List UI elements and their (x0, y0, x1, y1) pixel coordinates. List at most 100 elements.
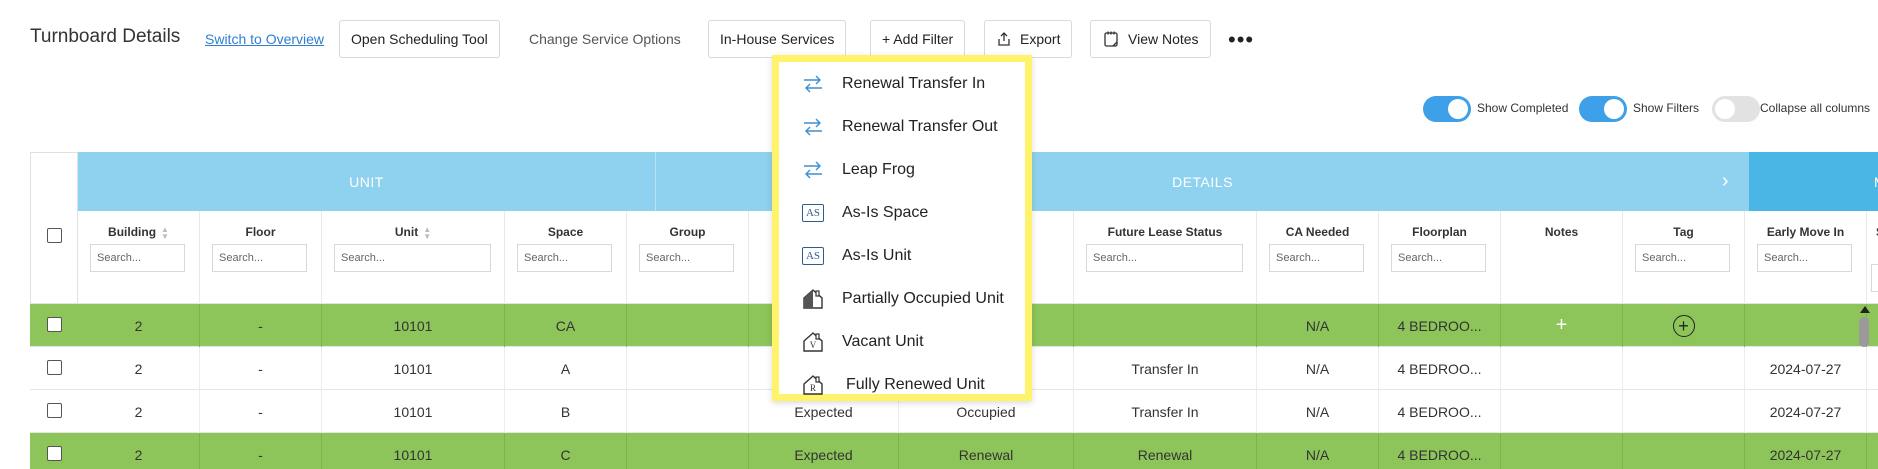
house-r-icon: R (800, 372, 826, 398)
cell-early: 2024-07-27 (1745, 433, 1867, 469)
select-all-checkbox[interactable] (47, 228, 62, 243)
filter-option-renewal-transfer-in[interactable]: Renewal Transfer In (779, 62, 1025, 105)
column-floor: Floor (200, 211, 322, 304)
cell-floor: - (200, 304, 322, 347)
floor-search-input[interactable] (212, 244, 307, 272)
page-title: Turnboard Details (30, 26, 181, 47)
building-search-input[interactable] (90, 244, 185, 272)
unit-search-input[interactable] (334, 244, 491, 272)
column-floorplan: Floorplan (1379, 211, 1501, 304)
future-lease-status-search-input[interactable] (1086, 244, 1243, 272)
column-early-move-in-label: Early Move In (1766, 225, 1845, 239)
cell-early: 2024-07-27 (1745, 390, 1867, 433)
in-house-services-button[interactable]: In-House Services (708, 20, 847, 58)
change-service-options-button[interactable]: Change Service Options (529, 31, 681, 47)
cell-floorplan: 4 BEDROO... (1379, 390, 1501, 433)
cell-floorplan: 4 BEDROO... (1379, 433, 1501, 469)
cell-c-occ: Renewal (899, 433, 1074, 469)
export-button[interactable]: Export (984, 20, 1073, 58)
table-row[interactable]: 2-10101 C Expected Renewal Renewal N/A 4 BEDRO… (30, 433, 1878, 469)
notes-icon (1104, 31, 1118, 47)
early-move-in-search-input[interactable] (1757, 244, 1852, 272)
column-floorplan-label: Floorplan (1412, 225, 1467, 239)
more-options-icon[interactable]: ••• (1228, 27, 1254, 53)
filter-option-as-is-unit[interactable]: AS As-Is Unit (779, 234, 1025, 277)
filter-option-label: Fully Renewed Unit (846, 375, 985, 393)
cell-space: B (505, 390, 627, 433)
open-scheduling-label: Open Scheduling Tool (351, 31, 488, 47)
column-ca-needed-label: CA Needed (1285, 225, 1350, 239)
sort-icon[interactable]: ▲ ▼ (161, 225, 169, 240)
filter-option-label: Renewal Transfer In (842, 74, 986, 92)
floorplan-search-input[interactable] (1391, 244, 1486, 272)
add-filter-button[interactable]: + Add Filter (870, 20, 966, 58)
column-notes-label: Notes (1544, 225, 1579, 239)
export-icon (998, 32, 1010, 46)
add-filter-label: + Add Filter (882, 31, 954, 47)
filter-option-partially-occupied-unit[interactable]: Partially Occupied Unit (779, 277, 1025, 320)
filter-option-label: As-Is Space (842, 203, 929, 221)
row-checkbox[interactable] (47, 360, 62, 375)
cell-group (627, 304, 749, 347)
cell-floor: - (200, 390, 322, 433)
show-filters-toggle[interactable] (1579, 96, 1627, 122)
cell-notes (1501, 433, 1623, 469)
cell-unit: 10101 (322, 390, 505, 433)
collapse-all-columns-toggle[interactable] (1712, 96, 1760, 122)
cell-building: 2 (78, 390, 200, 433)
row-checkbox[interactable] (47, 403, 62, 418)
cell-notes (1501, 390, 1623, 433)
filter-option-as-is-space[interactable]: AS As-Is Space (779, 191, 1025, 234)
cell-ca: N/A (1257, 304, 1379, 347)
tag-search-input[interactable] (1635, 244, 1730, 272)
group-search-input[interactable] (639, 244, 734, 272)
as-is-badge-icon: AS (800, 200, 826, 226)
cell-floor: - (200, 433, 322, 469)
scroll-thumb[interactable] (1859, 317, 1869, 347)
chevron-right-icon[interactable]: › (1722, 170, 1729, 193)
filter-option-fully-renewed-unit[interactable]: R Fully Renewed Unit (779, 363, 1025, 406)
column-future-lease-status-label: Future Lease Status (1107, 225, 1223, 239)
svg-text:V: V (810, 340, 817, 350)
vertical-scrollbar[interactable] (1858, 303, 1870, 469)
add-filter-dropdown: Renewal Transfer In Renewal Transfer Out L… (772, 55, 1032, 401)
open-scheduling-tool-button[interactable]: Open Scheduling Tool (339, 20, 500, 58)
cell-building: 2 (78, 304, 200, 347)
cell-c-status: Expected (749, 433, 899, 469)
add-note-icon[interactable]: + (1556, 314, 1568, 337)
house-v-icon: V (800, 329, 826, 355)
show-filters-label: Show Filters (1633, 101, 1700, 115)
column-group: Group (627, 211, 749, 304)
scroll-up-arrow-icon[interactable] (1860, 306, 1870, 313)
column-unit: Unit ▲ ▼ (322, 211, 505, 304)
cell-space: C (505, 433, 627, 469)
column-space-label: Space (547, 225, 584, 239)
transfer-arrows-icon (800, 114, 826, 140)
column-floor-label: Floor (245, 225, 276, 239)
column-building-label: Building (108, 225, 157, 239)
next-column-search-input[interactable] (1871, 264, 1878, 292)
group-header-unit: UNIT (78, 152, 655, 211)
cell-building: 2 (78, 347, 200, 390)
in-house-services-label: In-House Services (720, 31, 835, 47)
column-ca-needed: CA Needed (1257, 211, 1379, 304)
cell-group (627, 390, 749, 433)
ca-needed-search-input[interactable] (1269, 244, 1364, 272)
cell-notes (1501, 347, 1623, 390)
sort-icon[interactable]: ▲ ▼ (423, 225, 431, 240)
view-notes-button[interactable]: View Notes (1090, 20, 1211, 58)
badge-text: AS (805, 206, 821, 219)
row-checkbox[interactable] (47, 317, 62, 332)
filter-option-vacant-unit[interactable]: V Vacant Unit (779, 320, 1025, 363)
space-search-input[interactable] (517, 244, 612, 272)
filter-option-leap-frog[interactable]: Leap Frog (779, 148, 1025, 191)
cell-group (627, 433, 749, 469)
cell-future: Renewal (1074, 433, 1257, 469)
filter-option-renewal-transfer-out[interactable]: Renewal Transfer Out (779, 105, 1025, 148)
switch-to-overview-link[interactable]: Switch to Overview (205, 31, 324, 47)
row-checkbox[interactable] (47, 446, 62, 461)
add-tag-icon[interactable]: + (1672, 314, 1695, 337)
show-completed-toggle[interactable] (1423, 96, 1471, 122)
cell-tag (1623, 347, 1745, 390)
filter-option-label: Vacant Unit (842, 332, 924, 350)
